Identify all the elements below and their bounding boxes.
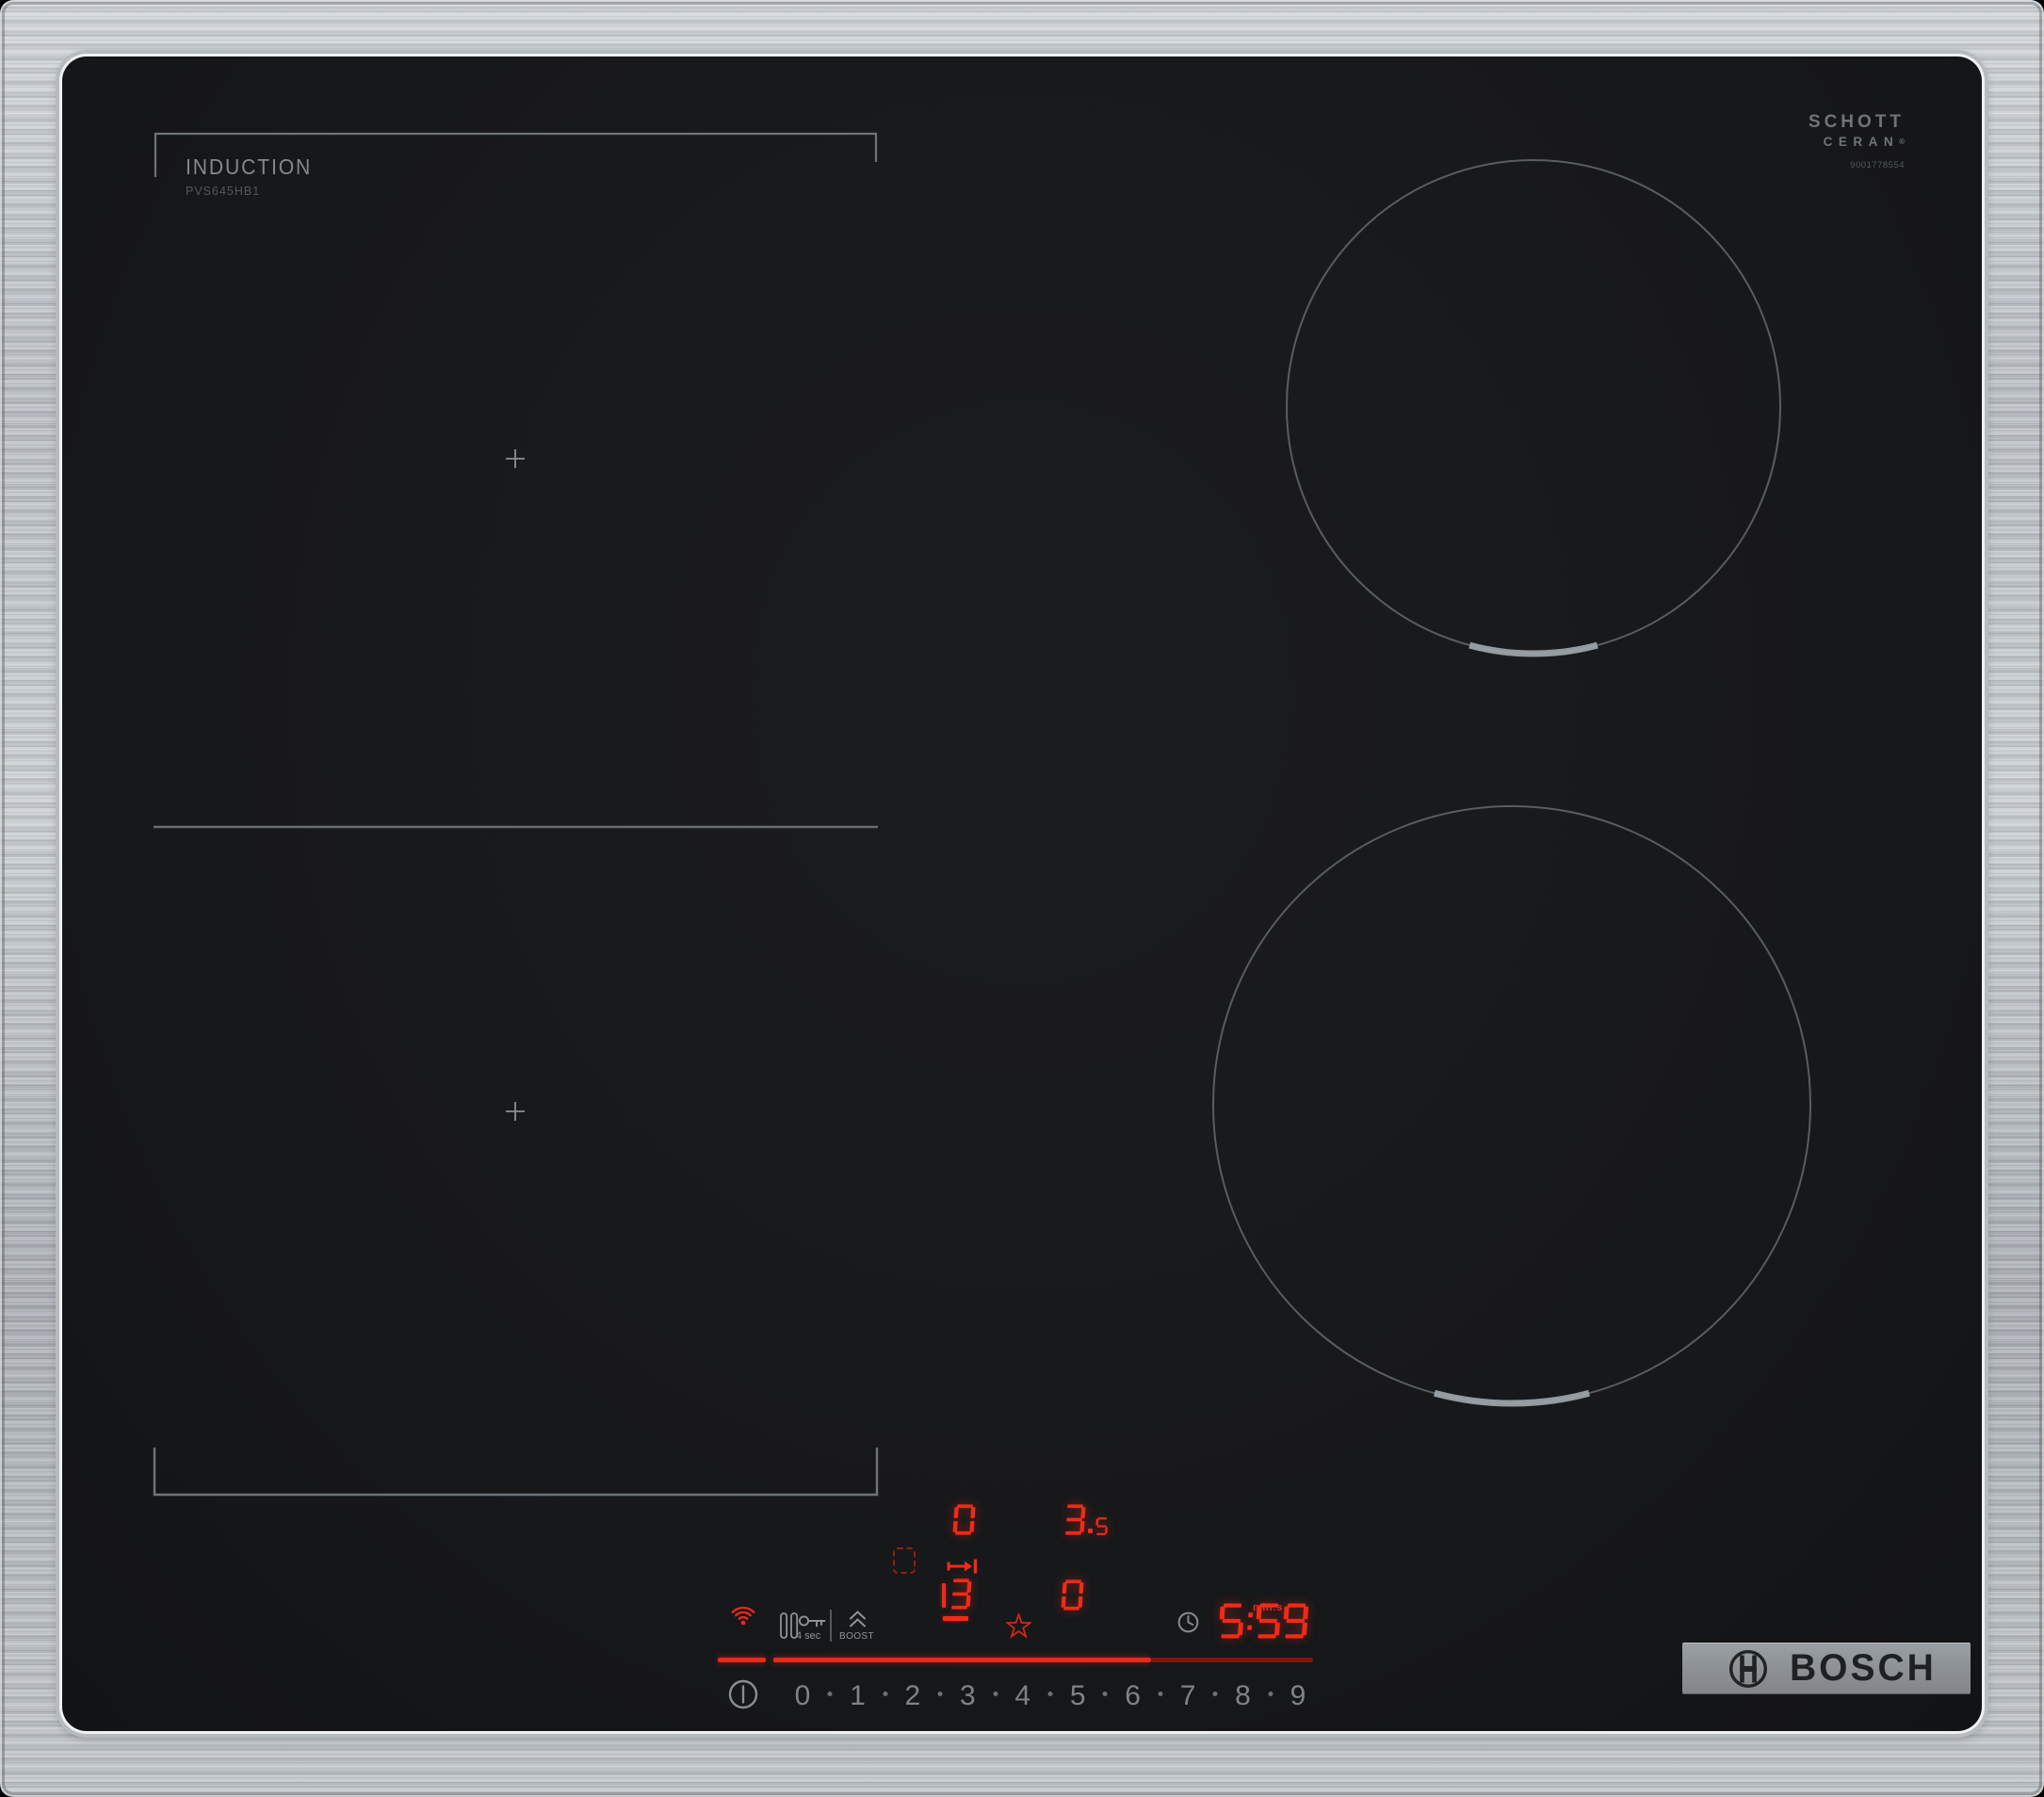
wifi-icon <box>731 1606 755 1626</box>
timer-display <box>1219 1603 1308 1639</box>
power-level-1[interactable]: 1 <box>850 1680 866 1712</box>
bosch-anchor-icon <box>1729 1649 1767 1688</box>
power-level-9[interactable]: 9 <box>1290 1680 1306 1712</box>
zone-marker-arc-top-right <box>1468 641 1598 657</box>
boost-label: BOOST <box>839 1631 875 1642</box>
slider-line-inactive[interactable] <box>1151 1658 1313 1662</box>
dashed-square-icon <box>893 1547 916 1574</box>
power-level-separator-dot <box>993 1692 998 1696</box>
power-level-separator-dot <box>1268 1692 1273 1696</box>
schott-logo-line2: CERAN® <box>1823 135 1905 149</box>
power-level-3[interactable]: 3 <box>960 1680 976 1712</box>
power-level-4[interactable]: 4 <box>1014 1680 1030 1712</box>
zone-marker-arc-bottom-right <box>1433 1389 1591 1407</box>
key-icon[interactable] <box>798 1612 827 1631</box>
cooking-zone-circle-bottom-right <box>1212 805 1811 1404</box>
power-level-0[interactable]: 0 <box>795 1680 811 1712</box>
flex-zone-bottom-bracket <box>153 1448 879 1497</box>
power-level-6[interactable]: 6 <box>1125 1680 1141 1712</box>
power-level-separator-dot <box>937 1692 943 1696</box>
power-level-separator-dot <box>827 1692 833 1696</box>
power-level-separator-dot <box>1158 1692 1163 1696</box>
flex-zone-indicator-bar-bottom <box>943 1616 968 1621</box>
power-icon[interactable] <box>727 1678 759 1710</box>
display-zone-upper-right <box>1063 1504 1108 1535</box>
induction-hob: INDUCTION PVS645HB1 SCHOTT CERAN® 900177… <box>0 0 2044 1797</box>
star-icon[interactable] <box>1006 1613 1031 1639</box>
approval-number: 9001778554 <box>1850 160 1905 170</box>
slider-line-power-segment <box>718 1658 766 1662</box>
power-level-separator-dot <box>1212 1692 1218 1696</box>
glass-brand-block: SCHOTT CERAN® 9001778554 <box>1809 112 1905 170</box>
schott-logo-line1: SCHOTT <box>1808 112 1905 132</box>
series-label: INDUCTION <box>186 154 313 179</box>
power-level-separator-dot <box>1102 1692 1108 1696</box>
power-level-8[interactable]: 8 <box>1235 1680 1251 1712</box>
model-number: PVS645HB1 <box>186 185 261 198</box>
power-level-2[interactable]: 2 <box>905 1680 921 1712</box>
power-level-7[interactable]: 7 <box>1180 1680 1196 1712</box>
power-level-separator-dot <box>1047 1692 1053 1696</box>
zone-markings <box>153 132 1811 1497</box>
flex-zone-indicator-bar-left <box>942 1583 946 1608</box>
display-zone-lower-left <box>949 1578 972 1610</box>
registered-mark: ® <box>1899 138 1905 146</box>
zone-center-cross-bottom <box>506 1102 525 1121</box>
slider-line-active[interactable] <box>773 1658 1151 1662</box>
panel-divider <box>830 1610 832 1642</box>
power-level-5[interactable]: 5 <box>1070 1680 1086 1712</box>
zone-center-cross-top <box>506 449 525 468</box>
cooking-zone-circle-top-right <box>1286 159 1781 655</box>
bosch-logo-text: BOSCH <box>1790 1647 1937 1689</box>
double-chevron-up-icon[interactable] <box>848 1611 868 1629</box>
display-zone-lower-right <box>1061 1579 1084 1611</box>
display-zone-upper-left <box>952 1504 976 1535</box>
power-level-separator-dot <box>883 1692 888 1696</box>
bosch-badge: BOSCH <box>1682 1643 1971 1694</box>
arrow-to-bar-icon <box>947 1559 978 1574</box>
clock-icon[interactable] <box>1177 1611 1199 1633</box>
lock-hold-hint: 4 sec <box>796 1630 821 1642</box>
